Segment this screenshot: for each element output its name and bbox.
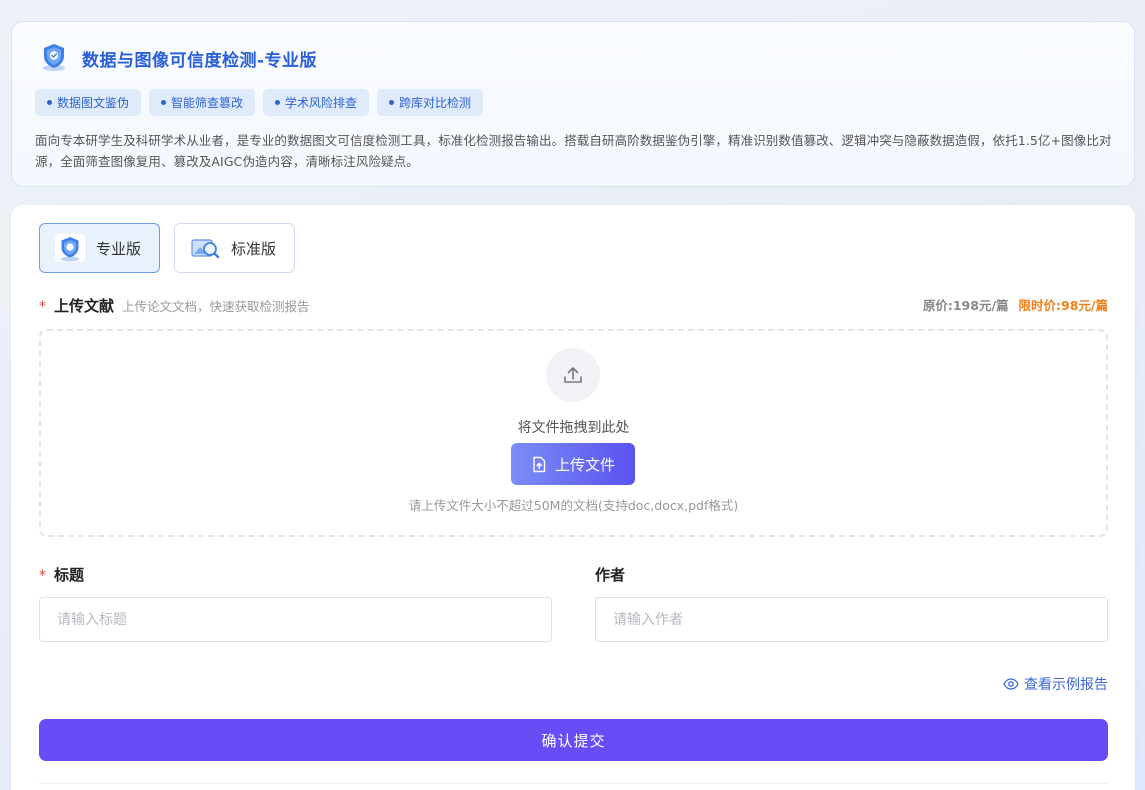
upload-button-label: 上传文件 (554, 455, 615, 474)
author-label-row: 作者 (595, 564, 625, 585)
required-mark: * (39, 299, 46, 315)
feature-tags: 数据图文鉴伪 智能筛查篡改 学术风险排查 跨库对比检测 (35, 89, 484, 116)
view-example-report-link[interactable]: 查看示例报告 (1003, 674, 1108, 694)
bullet-icon (47, 100, 52, 105)
divider (39, 783, 1108, 784)
tag-label: 数据图文鉴伪 (57, 96, 130, 110)
version-professional-button[interactable]: 专业版 (39, 223, 160, 273)
drop-text: 将文件拖拽到此处 (517, 420, 630, 436)
title-label: 标题 (54, 566, 85, 584)
tag-label: 跨库对比检测 (399, 96, 472, 110)
shield-check-icon (55, 234, 85, 262)
page-title: 数据与图像可信度检测-专业版 (82, 51, 318, 71)
tag-label: 智能筛查篡改 (171, 96, 244, 110)
upload-sublabel: 上传论文文档，快速获取检测报告 (122, 299, 310, 314)
upload-hint: 请上传文件大小不超过50M的文档(支持doc,docx,pdf格式) (408, 498, 739, 513)
shield-check-icon (43, 44, 65, 71)
main-card: 专业版 标准版 * 上传文献 上传论文文档，快速获取检测报告 原价:198元/篇… (11, 205, 1135, 790)
bullet-icon (161, 100, 167, 105)
required-mark: * (39, 568, 46, 584)
original-price: 原价:198元/篇 (922, 298, 1009, 313)
upload-arrow-icon (564, 367, 582, 383)
file-upload-icon (533, 456, 546, 472)
version-standard-button[interactable]: 标准版 (174, 223, 295, 273)
author-label: 作者 (595, 566, 626, 584)
product-description: 面向专本研学生及科研学术从业者，是专业的数据图文可信度检测工具，标准化检测报告输… (35, 133, 1112, 169)
upload-file-button[interactable]: 上传文件 (511, 443, 635, 485)
submit-label: 确认提交 (541, 731, 606, 750)
upload-label: 上传文献 (54, 297, 115, 315)
price-info: 原价:198元/篇 限时价:98元/篇 (923, 295, 1108, 314)
example-report-label: 查看示例报告 (1024, 677, 1108, 693)
bullet-icon (275, 100, 281, 105)
eye-icon (1003, 678, 1019, 690)
author-input[interactable] (595, 597, 1108, 642)
title-input[interactable] (39, 597, 552, 642)
drop-icon-container (546, 348, 600, 402)
header-card: 数据与图像可信度检测-专业版 数据图文鉴伪 智能筛查篡改 学术风险排查 跨库对比… (11, 21, 1135, 187)
file-dropzone[interactable]: 将文件拖拽到此处 上传文件 请上传文件大小不超过50M的文档(支持doc,doc… (39, 329, 1108, 537)
image-search-icon (191, 239, 220, 259)
tag-label: 学术风险排查 (285, 96, 358, 110)
submit-button[interactable]: 确认提交 (39, 719, 1108, 761)
feature-tag: 跨库对比检测 (377, 89, 484, 116)
bullet-icon (389, 100, 395, 105)
sale-price: 限时价:98元/篇 (1018, 298, 1108, 313)
feature-tag: 数据图文鉴伪 (35, 89, 142, 116)
version-label: 专业版 (96, 239, 142, 258)
feature-tag: 智能筛查篡改 (149, 89, 256, 116)
version-label: 标准版 (231, 239, 277, 258)
feature-tag: 学术风险排查 (263, 89, 370, 116)
title-label-row: * 标题 (39, 564, 84, 585)
upload-label-row: * 上传文献 上传论文文档，快速获取检测报告 (39, 295, 310, 316)
